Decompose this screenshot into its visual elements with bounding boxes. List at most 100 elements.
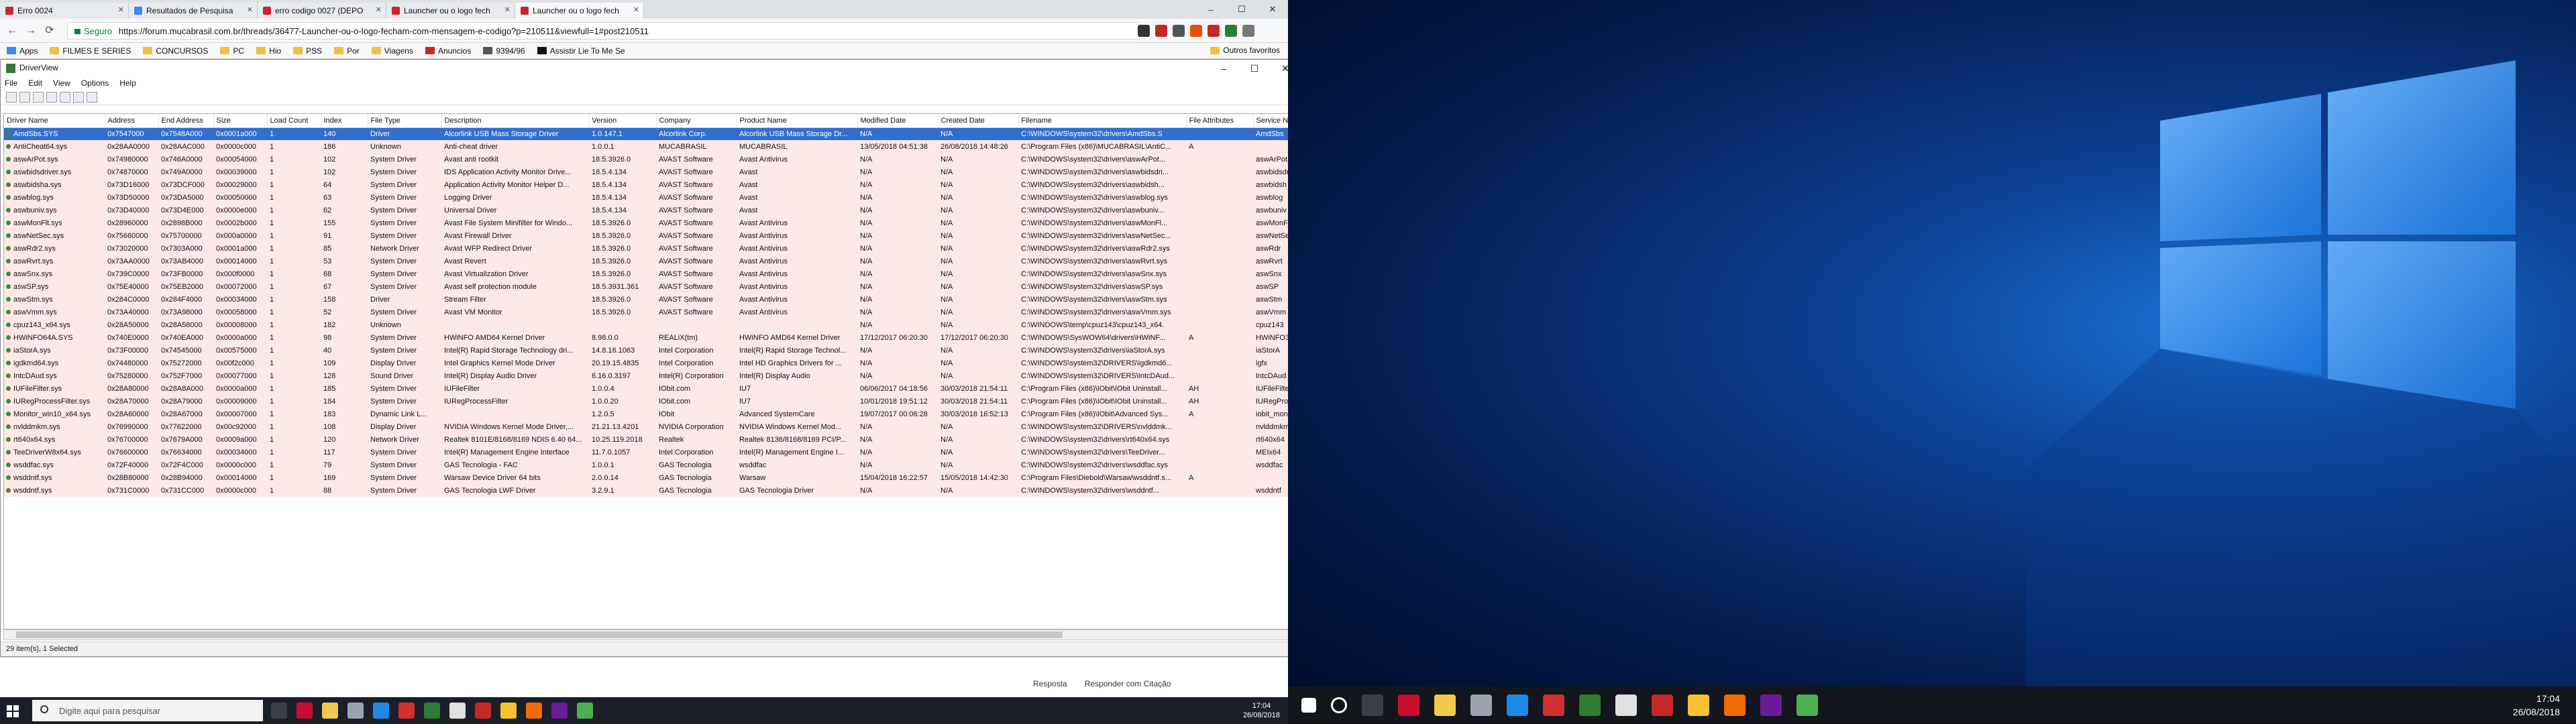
find-icon[interactable] — [73, 92, 84, 103]
utorrent-icon[interactable] — [424, 703, 440, 719]
table-row[interactable]: aswRdr2.sys 0x73020000 0x7303A000 0x0001a00… — [4, 242, 1288, 255]
system-clock-right[interactable]: 17:04 26/08/2018 — [2513, 692, 2560, 719]
horizontal-scrollbar[interactable] — [3, 629, 1288, 640]
calculator-icon[interactable] — [1615, 695, 1637, 716]
column-header[interactable]: Size — [213, 114, 268, 128]
bookmark-folder[interactable]: Por — [334, 46, 360, 56]
column-header[interactable]: Index — [321, 114, 368, 128]
browser-tab[interactable]: Launcher ou o logo fech ✕ — [386, 3, 515, 19]
table-row[interactable]: TeeDriverW8x64.sys 0x76600000 0x76634000 0x… — [4, 446, 1288, 459]
table-row[interactable]: aswArPot.sys 0x74980000 0x746A0000 0x000540… — [4, 153, 1288, 166]
taskbar-search-input[interactable]: Digite aqui para pesquisar — [32, 700, 263, 721]
bookmark-link[interactable]: Anuncios — [425, 46, 471, 56]
table-row[interactable]: aswblog.sys 0x73D50000 0x73DA5000 0x0005000… — [4, 191, 1288, 204]
table-row[interactable]: AntiCheat64.sys 0x28AA0000 0x28AAC000 0x000… — [4, 140, 1288, 153]
browser-tab[interactable]: erro codigo 0027 (DEPO ✕ — [258, 3, 386, 19]
table-row[interactable]: Monitor_win10_x64.sys 0x28A60000 0x28A6700… — [4, 408, 1288, 420]
windows-start-icon[interactable] — [7, 705, 19, 717]
table-row[interactable]: IntcDAud.sys 0x75280000 0x752F7000 0x000770… — [4, 369, 1288, 382]
back-arrow-icon[interactable]: ← — [5, 24, 19, 38]
column-header[interactable]: File Attributes — [1186, 114, 1254, 128]
browser-tab-active[interactable]: Launcher ou o logo fech ✕ — [515, 3, 644, 19]
extension-icon[interactable] — [1155, 25, 1167, 37]
file-explorer-icon[interactable] — [1434, 695, 1456, 716]
close-tab-icon[interactable]: ✕ — [118, 5, 124, 14]
column-header[interactable]: End Address — [158, 114, 214, 128]
reload-icon[interactable]: ⟳ — [43, 24, 56, 38]
table-row[interactable]: aswbuniv.sys 0x73D40000 0x73D4E000 0x0000e0… — [4, 204, 1288, 217]
app-icon[interactable] — [297, 703, 313, 719]
menu-edit[interactable]: Edit — [28, 78, 42, 89]
windows-start-icon[interactable] — [1301, 698, 1316, 713]
close-tab-icon[interactable]: ✕ — [504, 5, 511, 14]
app-icon[interactable] — [398, 703, 415, 719]
chrome-icon[interactable] — [500, 703, 517, 719]
app-icon[interactable] — [1543, 695, 1564, 716]
scrollbar-thumb[interactable] — [16, 631, 1063, 638]
bookmark-link[interactable]: 9394/96 — [483, 46, 525, 56]
copy-icon[interactable] — [33, 92, 44, 103]
maximize-icon[interactable]: ☐ — [1239, 60, 1270, 77]
table-row[interactable]: igdkmd64.sys 0x74480000 0x75272000 0x00f2c0… — [4, 357, 1288, 369]
column-header[interactable]: Load Count — [267, 114, 321, 128]
other-bookmarks[interactable]: Outros favoritos — [1210, 46, 1280, 55]
extension-icon[interactable] — [1225, 25, 1237, 37]
column-header[interactable]: Driver Name — [4, 114, 105, 128]
system-clock[interactable]: 17:04 26/08/2018 — [1243, 701, 1280, 720]
extension-icon[interactable] — [1190, 25, 1202, 37]
column-header[interactable]: Address — [105, 114, 159, 128]
table-row[interactable]: aswRvrt.sys 0x73AA0000 0x73AB4000 0x0001400… — [4, 255, 1288, 267]
file-explorer-icon[interactable] — [322, 703, 338, 719]
reply-button[interactable]: Resposta — [1033, 679, 1067, 688]
refresh-icon[interactable] — [46, 92, 57, 103]
html-report-icon[interactable] — [60, 92, 70, 103]
url-input[interactable]: Seguro https://forum.mucabrasil.com.br/th… — [67, 22, 1140, 40]
table-row[interactable]: rt640x64.sys 0x76700000 0x7679A000 0x0009a0… — [4, 433, 1288, 446]
extension-icon[interactable] — [1208, 25, 1220, 37]
table-row[interactable]: aswSP.sys 0x75E40000 0x75EB2000 0x00072000 1… — [4, 280, 1288, 293]
column-header[interactable]: Modified Date — [857, 114, 938, 128]
table-row[interactable]: aswbidsha.sys 0x73D16000 0x73DCF000 0x00029… — [4, 178, 1288, 191]
table-row[interactable]: aswNetSec.sys 0x75660000 0x75700000 0x000a0… — [4, 229, 1288, 242]
table-row[interactable]: aswVmm.sys 0x73A40000 0x73A98000 0x00058000… — [4, 306, 1288, 318]
quote-reply-button[interactable]: Responder com Citação — [1085, 679, 1171, 688]
table-row[interactable]: IURegProcessFilter.sys 0x28A70000 0x28A790… — [4, 395, 1288, 408]
column-header[interactable]: Service Na — [1253, 114, 1288, 128]
app-icon[interactable] — [1652, 695, 1673, 716]
task-view-icon[interactable] — [1362, 695, 1383, 716]
menu-icon[interactable] — [1242, 25, 1254, 37]
table-row[interactable]: HWiNFO64A.SYS 0x740E0000 0x740EA000 0x0000a… — [4, 331, 1288, 344]
close-tab-icon[interactable]: ✕ — [376, 5, 382, 14]
table-row[interactable]: wsddfac.sys 0x72F40000 0x72F4C000 0x0000c00… — [4, 459, 1288, 471]
bookmark-folder[interactable]: Viagens — [371, 46, 413, 56]
column-header[interactable]: Version — [589, 114, 657, 128]
minimize-icon[interactable]: – — [1195, 0, 1226, 19]
app-icon[interactable] — [475, 703, 491, 719]
properties-icon[interactable] — [19, 92, 30, 103]
app-icon[interactable] — [551, 703, 568, 719]
table-row[interactable]: iaStorA.sys 0x73F00000 0x74545000 0x0057500… — [4, 344, 1288, 357]
app-icon[interactable] — [1724, 695, 1746, 716]
exit-icon[interactable] — [87, 92, 97, 103]
forward-arrow-icon[interactable]: → — [24, 24, 38, 38]
driver-list[interactable]: Driver Name Address End Address Size Load Co… — [3, 113, 1288, 629]
close-icon[interactable]: ✕ — [1270, 60, 1288, 77]
column-header[interactable]: Description — [441, 114, 590, 128]
app-icon[interactable] — [526, 703, 542, 719]
bookmark-folder[interactable]: CONCURSOS — [143, 46, 208, 56]
table-row[interactable]: nvlddmkm.sys 0x76990000 0x77622000 0x00c920… — [4, 420, 1288, 433]
menu-help[interactable]: Help — [119, 78, 136, 89]
table-row[interactable]: aswbidsdriver.sys 0x74870000 0x749A0000 0x0… — [4, 166, 1288, 178]
maximize-icon[interactable]: ☐ — [1226, 0, 1257, 19]
bookmark-folder[interactable]: PSS — [293, 46, 322, 56]
utorrent-icon[interactable] — [1579, 695, 1601, 716]
browser-tab[interactable]: Resultados de Pesquisa ✕ — [129, 3, 258, 19]
column-header[interactable]: Company — [656, 114, 737, 128]
table-row[interactable]: IUFileFilter.sys 0x28A80000 0x28A8A000 0x00… — [4, 382, 1288, 395]
close-icon[interactable]: ✕ — [1257, 0, 1288, 19]
table-row[interactable]: cpuz143_x64.sys 0x28A50000 0x28A58000 0x000… — [4, 318, 1288, 331]
task-view-icon[interactable] — [271, 703, 287, 719]
ccleaner-icon[interactable] — [1507, 695, 1528, 716]
menu-view[interactable]: View — [53, 78, 70, 89]
table-row[interactable]: aswMonFlt.sys 0x28960000 0x2898B000 0x0002b… — [4, 217, 1288, 229]
